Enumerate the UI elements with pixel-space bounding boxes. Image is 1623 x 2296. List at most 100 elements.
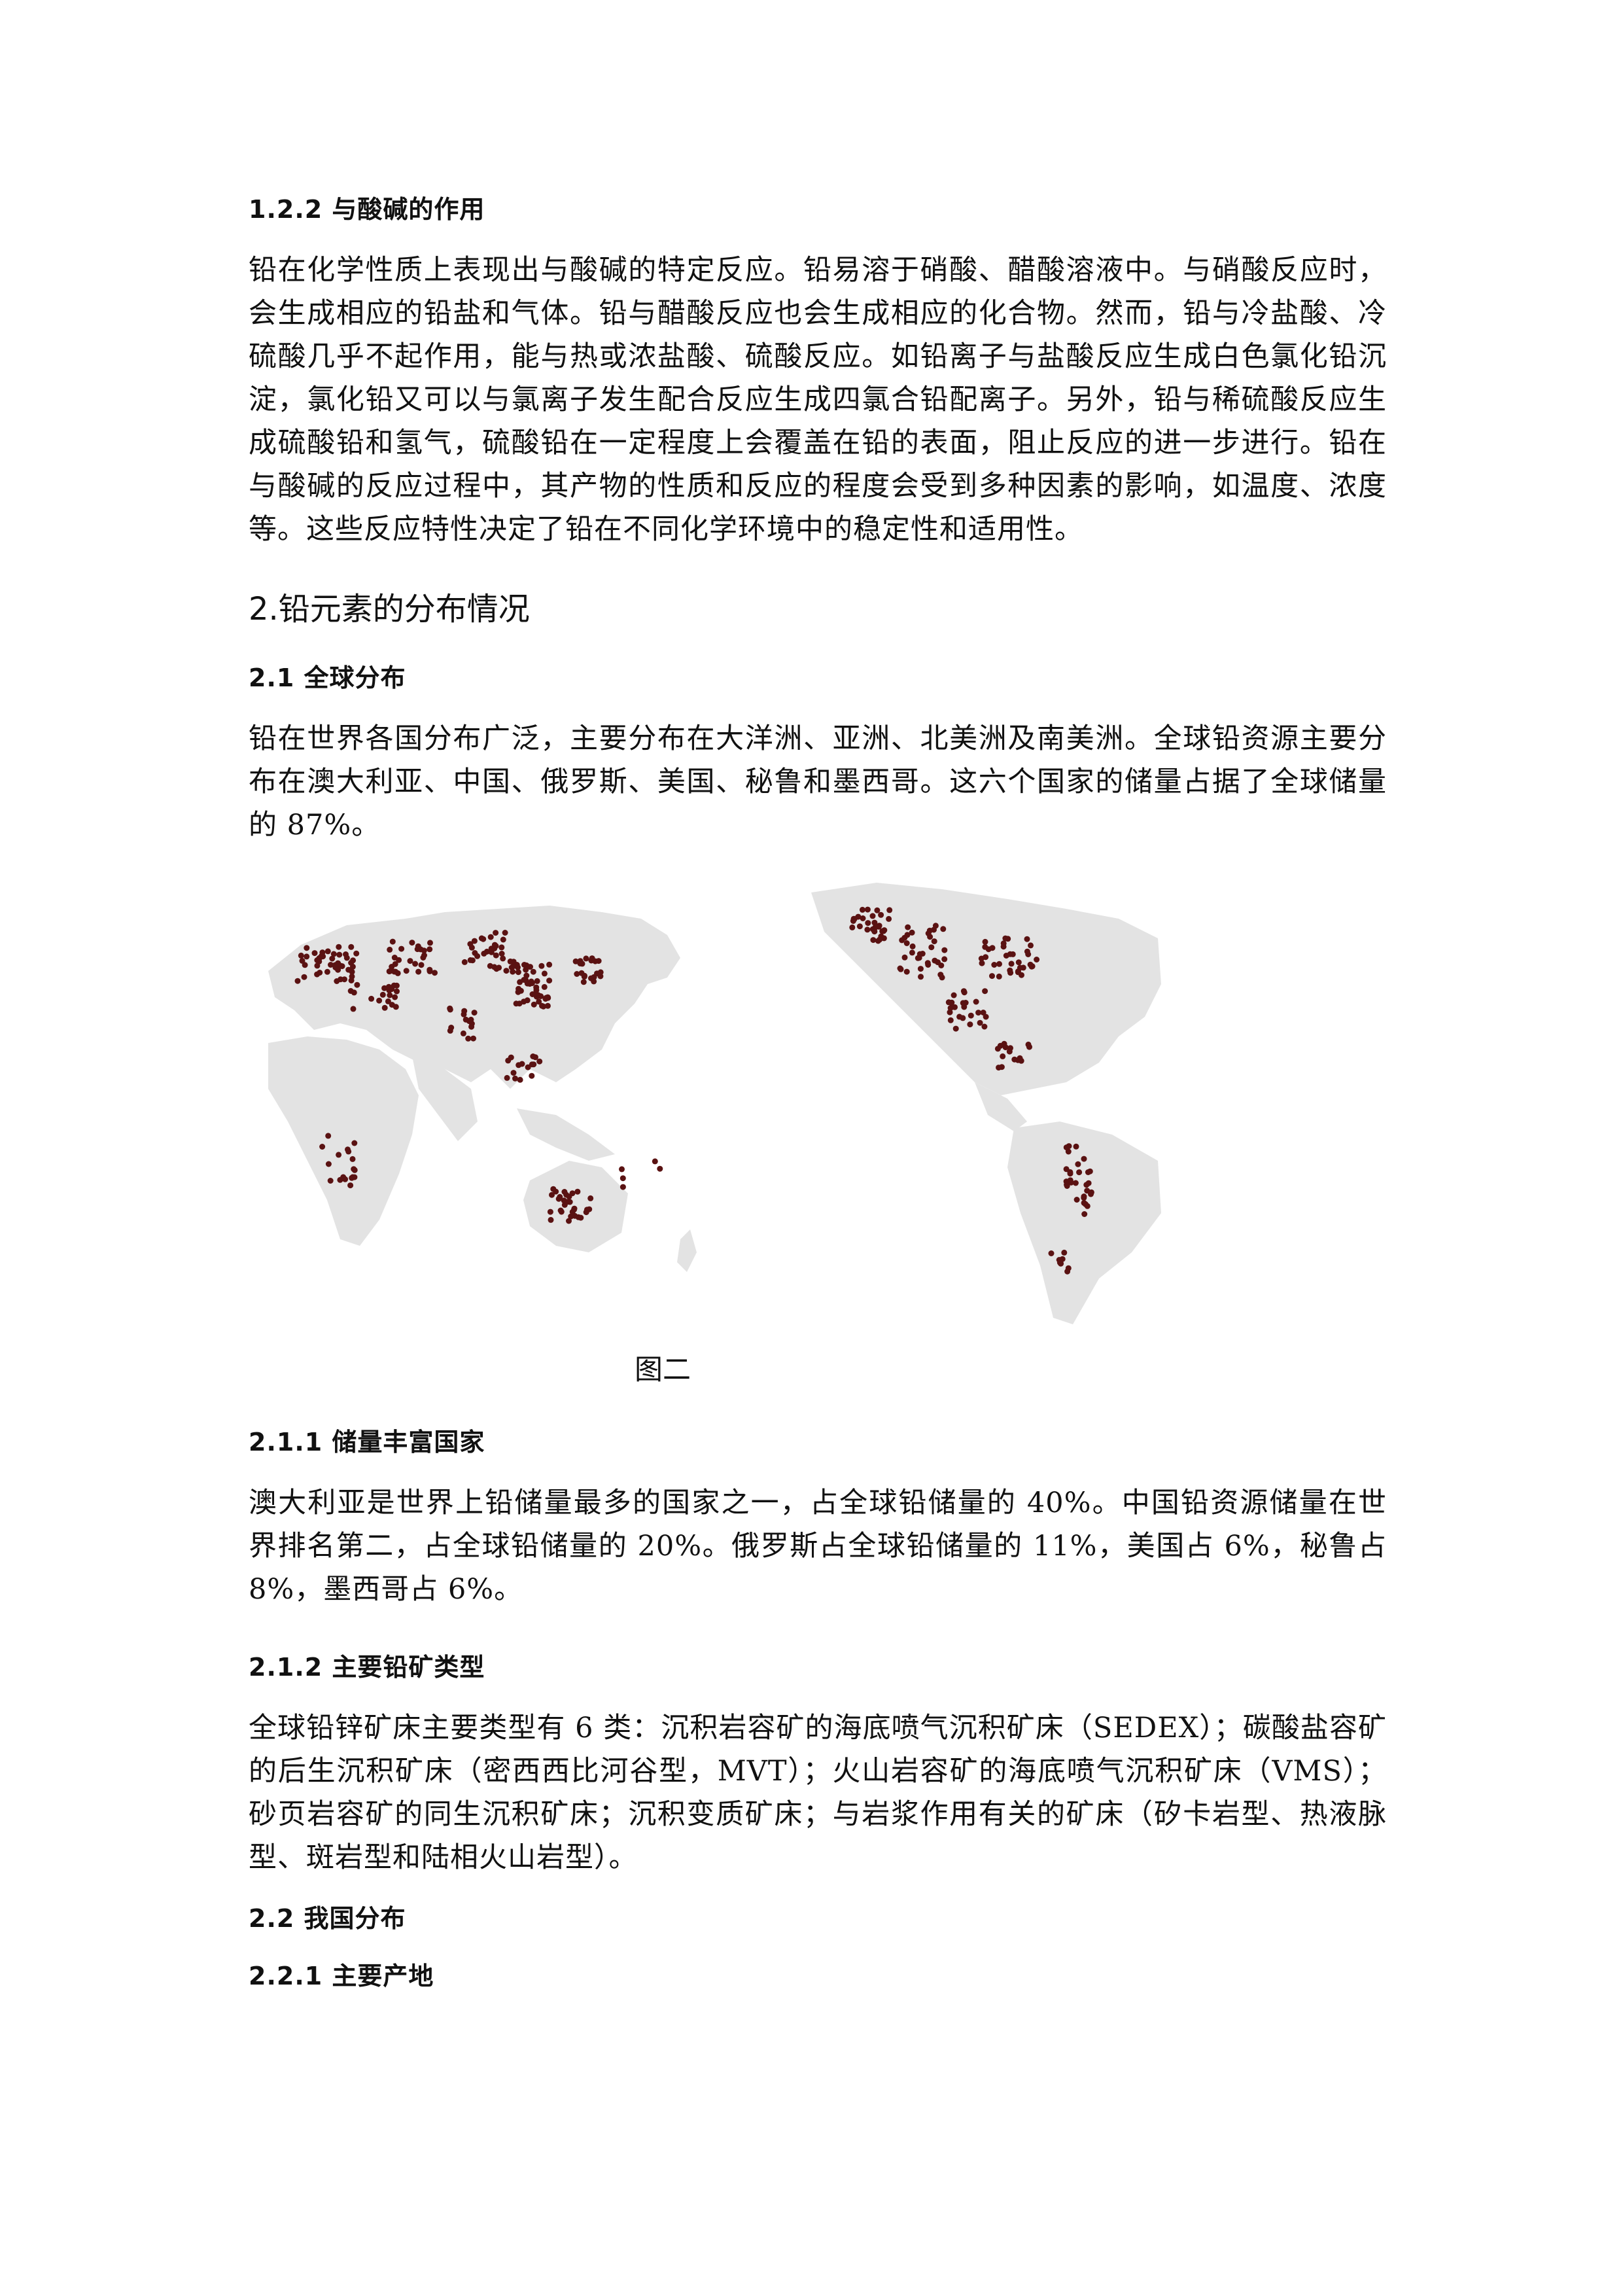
deposit-dot (952, 1025, 959, 1032)
section-2-1-2-body: 全球铅锌矿床主要类型有 6 类：沉积岩容矿的海底喷气沉积矿床（SEDEX）；碳酸… (249, 1712, 1387, 1874)
land-se-asia (517, 1108, 615, 1161)
deposit-dot (864, 927, 871, 933)
section-2-1-2-heading: 2.1.2 主要铅矿类型 (249, 1653, 485, 1682)
deposit-dot (504, 1074, 510, 1081)
deposit-dot (1088, 1189, 1094, 1195)
deposit-dot (1007, 970, 1014, 976)
deposit-dot (1081, 1156, 1087, 1162)
deposit-dot (500, 955, 506, 962)
deposit-dot (325, 1161, 332, 1167)
section-2-1-body: 铅在世界各国分布广泛，主要分布在大洋洲、亚洲、北美洲及南美洲。全球铅资源主要分布… (249, 722, 1387, 841)
deposit-dot (525, 1064, 531, 1070)
deposit-dot (462, 1016, 469, 1023)
deposit-dot (487, 934, 494, 940)
deposit-dot (962, 1000, 969, 1006)
deposit-dot (956, 1014, 963, 1020)
deposit-dot (299, 957, 305, 964)
deposit-dot (563, 1192, 570, 1198)
deposit-dot (878, 911, 884, 918)
deposit-dot (311, 950, 318, 957)
deposit-dot (1028, 942, 1034, 949)
deposit-dot (532, 991, 538, 997)
deposit-dot (571, 1207, 577, 1213)
deposit-dot (348, 944, 355, 950)
deposit-dot (977, 1019, 983, 1026)
deposit-dot (1061, 1249, 1068, 1256)
deposit-dot (351, 1140, 358, 1146)
deposit-dot (379, 991, 386, 998)
deposit-dot (980, 1010, 986, 1016)
deposit-dot (409, 940, 415, 946)
deposit-dot (517, 987, 524, 994)
deposit-dot (354, 981, 360, 988)
deposit-dot (387, 946, 393, 953)
deposit-dot (447, 1006, 453, 1013)
deposit-dot (502, 930, 508, 936)
deposit-dot (536, 998, 542, 1005)
deposit-dot (324, 948, 331, 955)
deposit-dot (387, 992, 393, 998)
deposit-dot (542, 996, 549, 1002)
document-page: 1.2.2 与酸碱的作用 铅在化学性质上表现出与酸碱的特定反应。铅易溶于硝酸、醋… (0, 0, 1623, 2296)
deposit-dot (394, 988, 400, 995)
deposit-dot (407, 958, 413, 964)
deposit-dot (657, 1165, 663, 1172)
deposit-dot (523, 966, 529, 973)
deposit-dot (327, 1178, 334, 1184)
deposit-dot (1001, 1040, 1007, 1047)
deposit-dot (998, 1064, 1005, 1070)
deposit-dot (1000, 1053, 1006, 1059)
deposit-dot (465, 1035, 472, 1042)
deposit-dot (572, 1212, 578, 1219)
deposit-dot (505, 1057, 512, 1064)
deposit-dot (587, 1195, 594, 1201)
deposit-dot (493, 952, 499, 959)
deposit-dot (538, 963, 545, 969)
world-map-graphic (268, 883, 1161, 1324)
deposit-dot (869, 913, 876, 919)
deposit-dot (470, 1035, 476, 1042)
deposit-dot (368, 995, 375, 1002)
deposit-dot (348, 978, 355, 983)
deposit-dot (1063, 1144, 1070, 1151)
deposit-dot (418, 962, 425, 968)
deposit-dot (461, 959, 468, 965)
deposit-dot (584, 1207, 590, 1213)
deposit-dot (932, 957, 938, 964)
deposit-dot (471, 938, 478, 944)
deposit-dot (904, 932, 911, 938)
deposit-dot (403, 968, 410, 974)
deposit-dot (547, 1209, 553, 1215)
deposit-dot (544, 1002, 551, 1009)
deposit-dot (521, 962, 527, 968)
deposit-dot (864, 906, 871, 913)
deposit-dot (351, 989, 357, 996)
deposit-dot (917, 966, 924, 972)
deposit-dot (319, 1144, 326, 1150)
deposit-dot (471, 1010, 478, 1016)
deposit-dot (871, 919, 878, 926)
deposit-dot (342, 1176, 349, 1182)
deposit-dot (324, 968, 330, 975)
deposit-dot (427, 946, 433, 953)
deposit-dot (996, 973, 1002, 980)
deposit-dot (916, 951, 923, 957)
deposit-dot (849, 924, 856, 930)
section-2-heading: 2.铅元素的分布情况 (249, 591, 530, 627)
deposit-dot (1081, 1195, 1087, 1201)
deposit-dot (878, 933, 884, 940)
deposit-dot (336, 951, 343, 958)
deposit-dot (389, 938, 396, 945)
deposit-dot (850, 918, 856, 924)
deposit-dot (591, 974, 597, 980)
deposit-dot (620, 1184, 626, 1190)
land-south-america (1007, 1122, 1161, 1324)
deposit-dot (398, 945, 405, 952)
deposit-dot (548, 1216, 554, 1223)
deposit-dot (514, 962, 520, 968)
deposit-dot (472, 950, 478, 956)
deposit-dot (536, 1058, 543, 1065)
deposit-dot (325, 1133, 332, 1139)
section-2-1-1-heading: 2.1.1 储量丰富国家 (249, 1428, 485, 1457)
deposit-dot (982, 938, 988, 945)
